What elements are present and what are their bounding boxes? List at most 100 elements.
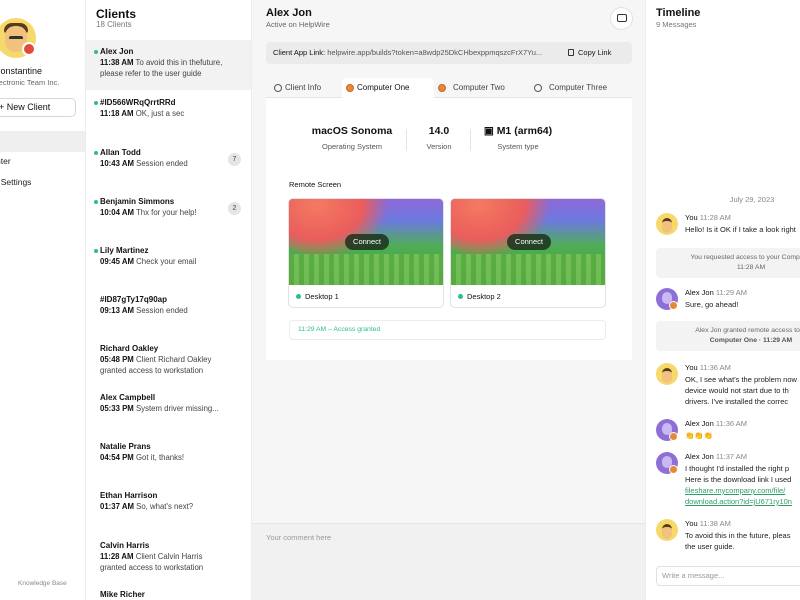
client-time: 09:45 AM (100, 257, 134, 266)
connect-button[interactable]: Connect (507, 234, 551, 250)
knowledge-base-link[interactable]: Knowledge Base (18, 580, 67, 587)
avatar (656, 288, 678, 310)
sidebar-item-center[interactable]: nter (0, 156, 11, 166)
client-preview: Got it, thanks! (135, 453, 185, 462)
system-event-text: You requested access to your Computer (690, 254, 800, 261)
client-status: Active on HelpWire (266, 20, 330, 29)
client-name: Benjamin Simmons (100, 197, 175, 206)
client-preview-2: granted access to workstation (100, 366, 204, 375)
status-badge-icon (22, 42, 36, 56)
client-preview: OK, just a sec (135, 109, 185, 118)
chat-icon (617, 14, 627, 22)
desktop-card[interactable]: Connect Desktop 2 (450, 198, 606, 308)
comment-input[interactable]: Your comment here (252, 523, 645, 600)
system-event-time: 11:28 AM (736, 264, 766, 271)
msg-text: I thought I'd installed the right p (685, 464, 790, 473)
clients-count: 18 Clients (96, 20, 132, 29)
online-dot (94, 151, 98, 155)
msg-time: 11:36 AM (715, 419, 748, 428)
client-name: Lily Martinez (100, 246, 149, 255)
online-dot (296, 294, 301, 299)
client-item[interactable]: Richard Oakley 05:48 PM Client Richard O… (86, 337, 251, 387)
sender: Alex Jon (685, 452, 714, 461)
computer-icon (346, 84, 354, 92)
desktop-label: Desktop 2 (467, 292, 501, 301)
client-item[interactable]: Mike Richer (86, 583, 251, 600)
client-item[interactable]: Allan Todd 10:43 AM Session ended 7 (86, 141, 251, 189)
timeline-title: Timeline (656, 7, 701, 19)
computer-icon (438, 84, 446, 92)
client-name: #ID566WRqQrrtRRd (100, 98, 176, 107)
timeline-date: July 29, 2023 (729, 195, 775, 204)
client-item[interactable]: Calvin Harris 11:28 AM Client Calvin Har… (86, 534, 251, 584)
computer-tabs: Client Info Computer One Computer Two Co… (266, 78, 632, 98)
sidebar-item-active[interactable] (0, 131, 85, 152)
client-preview: Thx for your help! (135, 208, 197, 217)
system-specs: macOS Sonoma Operating System 14.0 Versi… (304, 119, 560, 156)
new-client-button[interactable]: + New Client (0, 98, 76, 117)
client-time: 10:43 AM (100, 159, 134, 168)
tab-client-info[interactable]: Client Info (274, 78, 340, 98)
client-item[interactable]: Ethan Harrison 01:37 AM So, what's next? (86, 484, 251, 532)
link-url[interactable]: helpwire.app/builds?token=a8wdp25DkCHbex… (327, 48, 542, 57)
tab-label: Computer One (357, 83, 410, 92)
remote-screen-title: Remote Screen (289, 180, 342, 189)
client-name: Ethan Harrison (100, 491, 158, 500)
client-preview-2: granted access to workstation (100, 563, 204, 572)
online-dot (94, 50, 98, 54)
copy-icon (568, 49, 574, 56)
computer-panel: macOS Sonoma Operating System 14.0 Versi… (266, 98, 632, 360)
client-time: 09:13 AM (100, 306, 134, 315)
client-item[interactable]: #ID87gTy17q90ap 09:13 AM Session ended (86, 288, 251, 336)
sender: Alex Jon (685, 288, 714, 297)
download-link[interactable]: fileshare.mycompany.com/file/ (685, 486, 785, 495)
link-label: Client App Link: (273, 48, 326, 57)
connect-button[interactable]: Connect (345, 234, 389, 250)
desktop-card[interactable]: Connect Desktop 1 (288, 198, 444, 308)
tab-computer-three[interactable]: Computer Three (534, 78, 624, 98)
msg-time: 11:36 AM (699, 363, 731, 372)
client-preview: Check your email (136, 257, 197, 266)
copy-link-label: Copy Link (578, 48, 612, 57)
msg-text: Sure, go ahead! (685, 300, 739, 309)
client-item[interactable]: Alex Campbell 05:33 PM System driver mis… (86, 386, 251, 434)
client-item[interactable]: Benjamin Simmons 10:04 AM Thx for your h… (86, 190, 251, 238)
spec-system-type: ▣ M1 (arm64) System type (476, 125, 560, 151)
client-item[interactable]: #ID566WRqQrrtRRd 11:18 AM OK, just a sec (86, 91, 251, 139)
spec-value: macOS Sonoma (311, 125, 393, 137)
tab-computer-two[interactable]: Computer Two (438, 78, 526, 98)
timeline-count: 9 Messages (656, 20, 697, 29)
spec-version: 14.0 Version (414, 125, 464, 151)
system-event-time: Computer One · 11:29 AM (709, 337, 793, 344)
avatar (656, 452, 678, 474)
msg-text: 👏👏👏 (685, 431, 714, 440)
desktop-label: Desktop 1 (305, 292, 339, 301)
client-item-alex-jon[interactable]: Alex Jon 11:38 AM To avoid this in thefu… (86, 40, 251, 90)
copy-link-button[interactable]: Copy Link (568, 46, 632, 60)
msg-text: device would not start due to th (685, 386, 789, 395)
msg-text: To avoid this in the future, pleas (685, 531, 791, 540)
client-time: 05:48 PM (100, 355, 134, 364)
sidebar-item-settings[interactable]: t Settings (0, 177, 31, 187)
access-log: 11:29 AM – Access granted (289, 320, 606, 340)
msg-time: 11:28 AM (699, 213, 731, 222)
client-item[interactable]: Lily Martinez 09:45 AM Check your email (86, 239, 251, 287)
tab-label: Computer Three (549, 83, 608, 92)
avatar (656, 213, 678, 235)
sender: You (685, 519, 698, 528)
clients-title: Clients (96, 7, 137, 21)
download-link[interactable]: download.action?id=jU671ry10n (685, 497, 792, 506)
client-name: #ID87gTy17q90ap (100, 295, 167, 304)
client-preview: Session ended (136, 306, 188, 315)
client-preview: So, what's next? (136, 502, 194, 511)
client-time: 05:33 PM (100, 404, 134, 413)
tab-computer-one[interactable]: Computer One (342, 78, 434, 98)
spec-value: 14.0 (428, 125, 450, 137)
spec-key: Version (426, 142, 452, 151)
message-input[interactable]: Write a message... (656, 566, 800, 586)
client-item[interactable]: Natalie Prans 04:54 PM Got it, thanks! (86, 435, 251, 483)
client-preview: Session ended (136, 159, 188, 168)
chat-button[interactable] (610, 7, 633, 30)
online-dot (94, 101, 98, 105)
user-org: Electronic Team Inc. (0, 78, 60, 87)
